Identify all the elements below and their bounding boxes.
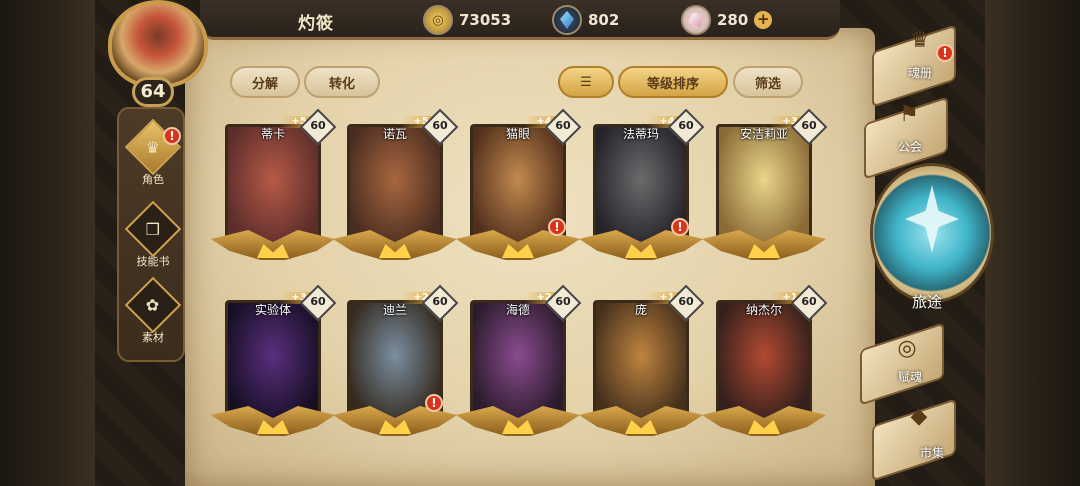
- soul-book-label: 魂册: [908, 66, 933, 80]
- sort-icon: ☰: [580, 74, 592, 90]
- alert-icon: !: [163, 127, 181, 145]
- hero-level: 60: [432, 295, 448, 308]
- alert-icon: !: [425, 394, 443, 412]
- crystal-icon: [681, 5, 711, 35]
- material-icon: ✿: [124, 276, 182, 334]
- nav-skill-book[interactable]: ❒ 技能书: [119, 200, 187, 269]
- hero-card[interactable]: 迪兰 +2 60!: [333, 284, 459, 444]
- hero-card[interactable]: 法蒂玛 +4 60!: [579, 108, 705, 268]
- market-icon: ◆: [910, 404, 928, 429]
- hero-portrait: [716, 300, 812, 422]
- hero-card[interactable]: 诺瓦 +5 60: [333, 108, 459, 268]
- hero-level: 60: [555, 119, 571, 132]
- hero-level: 60: [310, 295, 326, 308]
- hero-portrait: [593, 300, 689, 422]
- sort-toggle-button[interactable]: ☰: [558, 66, 614, 98]
- side-nav: ♛ 角色 ! ❒ 技能书 ✿ 素材: [117, 107, 185, 362]
- hero-level: 60: [678, 119, 694, 132]
- diamond-value: 802: [588, 11, 620, 29]
- alert-icon: !: [671, 218, 689, 236]
- level-sort-button[interactable]: 等级排序: [618, 66, 728, 98]
- hero-level: 60: [801, 295, 817, 308]
- hero-level: 60: [555, 295, 571, 308]
- hero-portrait: [347, 124, 443, 246]
- hero-level: 60: [801, 119, 817, 132]
- hero-portrait: [716, 124, 812, 246]
- alert-icon: !: [936, 44, 954, 62]
- guild-label: 公会: [898, 140, 923, 154]
- gold-counter: ◎ 73053: [423, 4, 511, 36]
- player-level: 64: [132, 77, 174, 107]
- soul-book-icon: ♛: [910, 28, 930, 53]
- decompose-button[interactable]: 分解: [230, 66, 300, 98]
- journey-label: 旅途: [912, 293, 943, 311]
- gold-value: 73053: [459, 11, 512, 29]
- diamond-counter: 802: [552, 4, 619, 36]
- hero-card[interactable]: 蒂卡 +5 60: [211, 108, 337, 268]
- player-name: 灼筱: [298, 14, 334, 34]
- alert-icon: !: [548, 218, 566, 236]
- hero-card[interactable]: 海德 +2 60: [456, 284, 582, 444]
- filter-button[interactable]: 筛选: [733, 66, 803, 98]
- diamond-icon: [552, 5, 582, 35]
- hero-portrait: [470, 300, 566, 422]
- hero-card[interactable]: 庞 +1 60: [579, 284, 705, 444]
- hero-card[interactable]: 安洁莉亚 +3 60: [702, 108, 828, 268]
- convert-button[interactable]: 转化: [304, 66, 380, 98]
- market-label: 市集: [920, 446, 945, 460]
- wood-border-left: [0, 0, 95, 486]
- crystal-value: 280: [717, 11, 749, 29]
- hero-level: 60: [432, 119, 448, 132]
- soul-bind-label: 赋魂: [898, 370, 923, 384]
- add-crystal-button[interactable]: +: [754, 11, 773, 29]
- hero-portrait: [225, 124, 321, 246]
- hero-card[interactable]: 纳杰尔 +1 60: [702, 284, 828, 444]
- coin-icon: ◎: [423, 5, 453, 35]
- hero-level: 60: [310, 119, 326, 132]
- soul-icon: ◎: [897, 336, 917, 361]
- guild-icon: ⚑: [899, 102, 919, 127]
- hero-level: 60: [678, 295, 694, 308]
- skill-book-icon: ❒: [124, 200, 182, 258]
- game-screen: 灼筱 ◎ 73053 802 280 + 64 ♛ 角色 ! ❒ 技能书 ✿ 素…: [0, 0, 1080, 486]
- hero-portrait: [225, 300, 321, 422]
- hero-card[interactable]: 猫眼 +4 60!: [456, 108, 582, 268]
- nav-material[interactable]: ✿ 素材: [119, 276, 187, 345]
- crystal-counter: 280 +: [681, 4, 773, 36]
- wood-border-right: [985, 0, 1080, 486]
- hero-card[interactable]: 实验体 +3 60: [211, 284, 337, 444]
